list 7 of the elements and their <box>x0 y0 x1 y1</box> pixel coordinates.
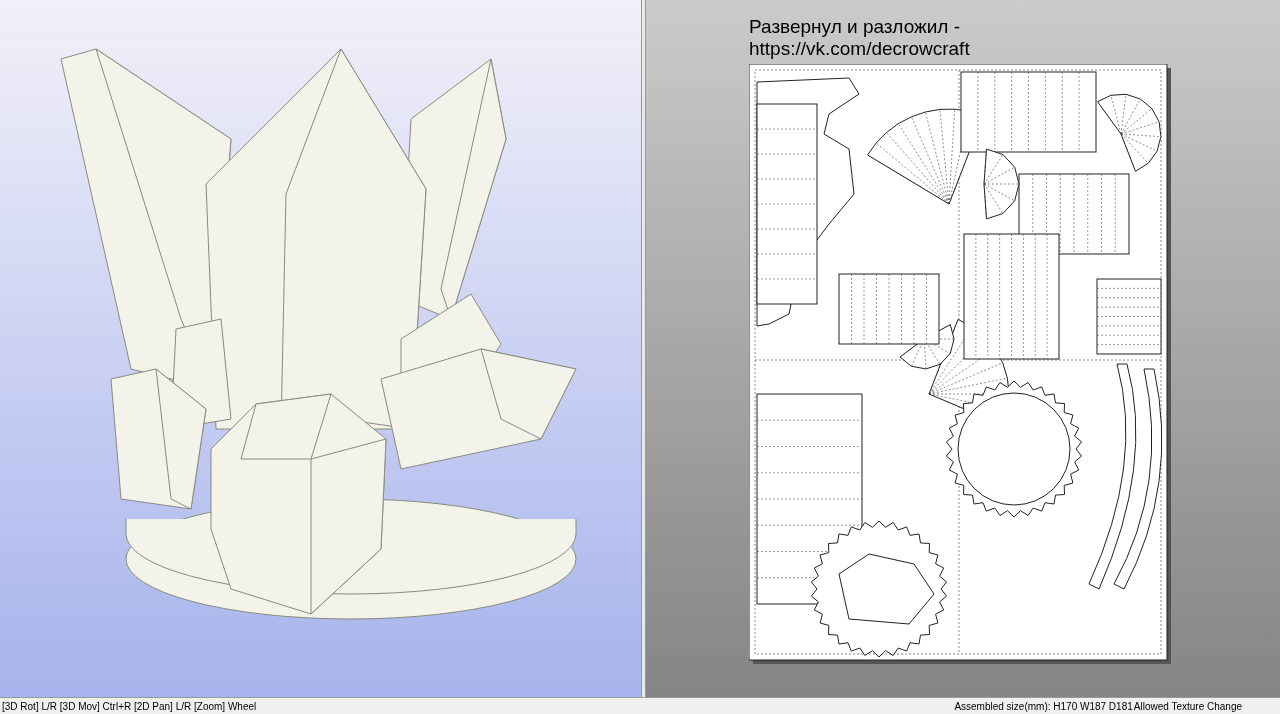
caption-text: https://vk.com/decrowcraft <box>749 38 971 60</box>
mouse-hint-text: [3D Rot] L/R [3D Mov] Ctrl+R [2D Pan] L/R [Zoom] Wheel <box>2 699 257 714</box>
caption-text: Развернул и разложил - <box>749 16 962 38</box>
texture-mode-text: Allowed Texture Change <box>1133 699 1242 714</box>
3d-view-panel[interactable] <box>0 0 641 697</box>
2d-view-panel[interactable]: Развернул и разложил - https://vk.com/decrowcraft <box>646 0 1280 697</box>
assembled-size-text: Assembled size(mm): H170 W187 D181 <box>954 699 1133 714</box>
